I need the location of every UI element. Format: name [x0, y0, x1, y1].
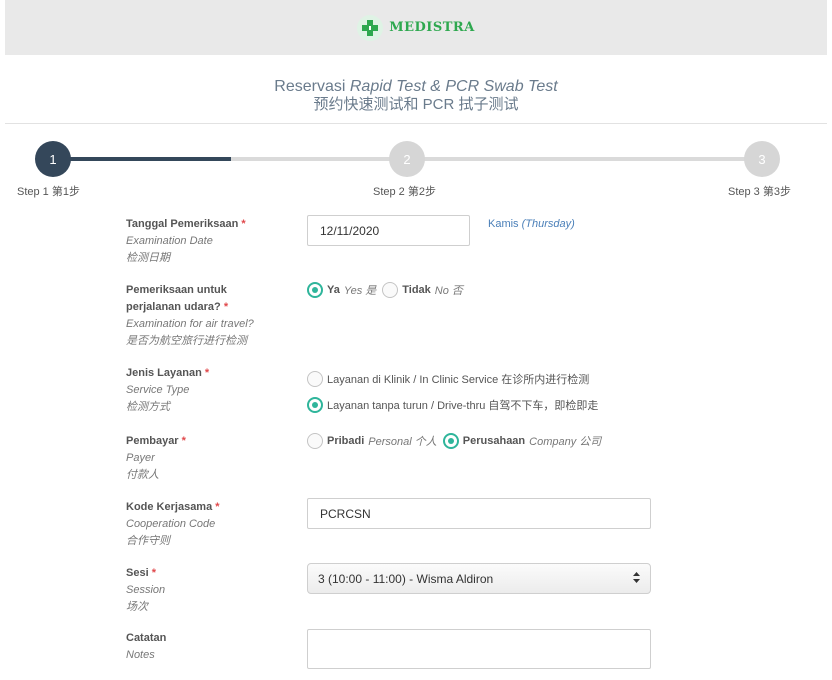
payer-personal-rest: Personal 个人 [368, 436, 437, 448]
step-1-label: Step 1 第1步 [17, 186, 80, 198]
coop-code-label-en: Cooperation Code [126, 518, 216, 530]
notes-label-en: Notes [126, 649, 155, 661]
radio-personal[interactable] [307, 433, 323, 449]
exam-date-input[interactable]: 12/11/2020 [307, 215, 470, 246]
exam-day-en: (Thursday) [521, 218, 575, 230]
service-type-label: Jenis Layanan * [126, 365, 209, 382]
service-type-label-en: Service Type [126, 384, 190, 396]
exam-date-value: 12/11/2020 [320, 223, 380, 238]
step-1-circle[interactable]: 1 [35, 141, 71, 177]
select-arrows-icon [633, 571, 640, 586]
air-travel-label-line2-text: perjalanan udara? [126, 301, 221, 313]
payer-company-bold: Perusahaan [462, 435, 526, 447]
service-type-label-text: Jenis Layanan [126, 367, 202, 379]
radio-yes[interactable] [307, 282, 323, 298]
service-type-radio-group: Layanan di Klinik / In Clinic Service 在诊… [307, 371, 598, 413]
service-type-label-group: Jenis Layanan * Service Type 检测方式 [126, 365, 209, 416]
session-label-text: Sesi [126, 567, 149, 579]
page-title: Reservasi Rapid Test & PCR Swab Test [5, 78, 827, 96]
option-yes-rest: Yes 是 [343, 285, 377, 297]
step-3-label: Step 3 第3步 [728, 186, 791, 198]
step-1-number: 1 [49, 151, 57, 167]
exam-date-label-zh: 检测日期 [126, 252, 170, 264]
required-mark: * [241, 218, 246, 230]
air-travel-option-no[interactable]: Tidak No 否 [382, 282, 463, 298]
page-title-box: Reservasi Rapid Test & PCR Swab Test 预约快… [5, 66, 827, 124]
payer-label-group: Pembayar * Payer 付款人 [126, 433, 186, 484]
coop-code-input[interactable]: PCRCSN [307, 498, 651, 529]
air-travel-label-line2: perjalanan udara? * [126, 299, 254, 316]
session-label-en: Session [126, 584, 166, 596]
service-option-drive-thru[interactable]: Layanan tanpa turun / Drive-thru 自驾不下车，即… [307, 397, 598, 413]
required-mark: * [215, 501, 220, 513]
option-no-rest: No 否 [434, 285, 463, 297]
coop-code-label-text: Kode Kerjasama [126, 501, 213, 513]
payer-radio-group: Pribadi Personal 个人 Perusahaan Company 公… [307, 433, 601, 449]
step-track-progress [53, 157, 231, 161]
page-title-prefix: Reservasi [274, 78, 350, 95]
session-label: Sesi * [126, 565, 165, 582]
coop-code-label-group: Kode Kerjasama * Cooperation Code 合作守则 [126, 499, 220, 550]
step-3-circle[interactable]: 3 [744, 141, 780, 177]
session-label-group: Sesi * Session 场次 [126, 565, 165, 616]
required-mark: * [181, 435, 186, 447]
coop-code-label: Kode Kerjasama * [126, 499, 220, 516]
radio-company[interactable] [442, 433, 459, 449]
payer-option-company[interactable]: Perusahaan Company 公司 [442, 433, 602, 449]
step-2-circle[interactable]: 2 [389, 141, 425, 177]
page-title-italic: Rapid Test & PCR Swab Test [349, 78, 558, 95]
notes-textarea[interactable] [307, 629, 651, 669]
exam-date-label-en: Examination Date [126, 235, 213, 247]
coop-code-label-zh: 合作守则 [126, 535, 170, 547]
option-no-bold: Tidak [402, 284, 431, 296]
air-travel-radio-group: Ya Yes 是 Tidak No 否 [307, 282, 463, 298]
required-mark: * [223, 301, 229, 313]
radio-clinic[interactable] [307, 371, 323, 387]
required-mark: * [204, 367, 210, 379]
payer-personal-bold: Pribadi [327, 435, 365, 447]
brand-name: MEDISTRA [389, 20, 475, 35]
green-cross-icon [357, 14, 384, 41]
air-travel-label-zh: 是否为航空旅行进行检测 [126, 335, 247, 347]
header-bar: MEDISTRA [5, 0, 827, 55]
air-travel-label-line1: Pemeriksaan untuk [126, 284, 227, 296]
payer-label-text: Pembayar [126, 435, 179, 447]
payer-label-en: Payer [126, 452, 155, 464]
required-mark: * [151, 567, 156, 579]
notes-label: Catatan [126, 632, 167, 644]
air-travel-label-group: Pemeriksaan untuk perjalanan udara? * Ex… [126, 282, 254, 350]
exam-date-label: Tanggal Pemeriksaan * [126, 216, 246, 233]
step-2-label: Step 2 第2步 [373, 186, 436, 198]
service-option-clinic-text: Layanan di Klinik / In Clinic Service 在诊… [327, 374, 590, 386]
brand-logo[interactable]: MEDISTRA [357, 14, 475, 41]
exam-date-label-group: Tanggal Pemeriksaan * Examination Date 检… [126, 216, 246, 267]
payer-company-rest: Company 公司 [529, 436, 602, 448]
step-3-number: 3 [758, 151, 766, 167]
radio-drive-thru[interactable] [307, 397, 323, 413]
payer-label-zh: 付款人 [126, 469, 159, 481]
coop-code-value: PCRCSN [320, 506, 371, 521]
service-option-clinic[interactable]: Layanan di Klinik / In Clinic Service 在诊… [307, 371, 598, 387]
exam-day-id: Kamis [488, 218, 519, 230]
service-type-label-zh: 检测方式 [126, 401, 170, 413]
option-yes-bold: Ya [327, 284, 340, 296]
session-value: 3 (10:00 - 11:00) - Wisma Aldiron [318, 571, 494, 586]
page-subtitle: 预约快速测试和 PCR 拭子测试 [313, 96, 519, 113]
session-select[interactable]: 3 (10:00 - 11:00) - Wisma Aldiron [307, 563, 651, 594]
payer-option-personal[interactable]: Pribadi Personal 个人 [307, 433, 437, 449]
notes-label-group: Catatan Notes [126, 630, 166, 664]
exam-day-note: Kamis (Thursday) [488, 218, 575, 230]
session-label-zh: 场次 [126, 601, 148, 613]
payer-label: Pembayar * [126, 433, 186, 450]
step-progress: 1 2 3 Step 1 第1步 Step 2 第2步 Step 3 第3步 [0, 130, 832, 200]
air-travel-label-en: Examination for air travel? [126, 318, 254, 330]
air-travel-option-yes[interactable]: Ya Yes 是 [307, 282, 376, 298]
step-2-number: 2 [403, 151, 411, 167]
exam-date-label-text: Tanggal Pemeriksaan [126, 218, 239, 230]
service-option-drive-thru-text: Layanan tanpa turun / Drive-thru 自驾不下车，即… [327, 400, 599, 412]
radio-no[interactable] [382, 282, 399, 298]
